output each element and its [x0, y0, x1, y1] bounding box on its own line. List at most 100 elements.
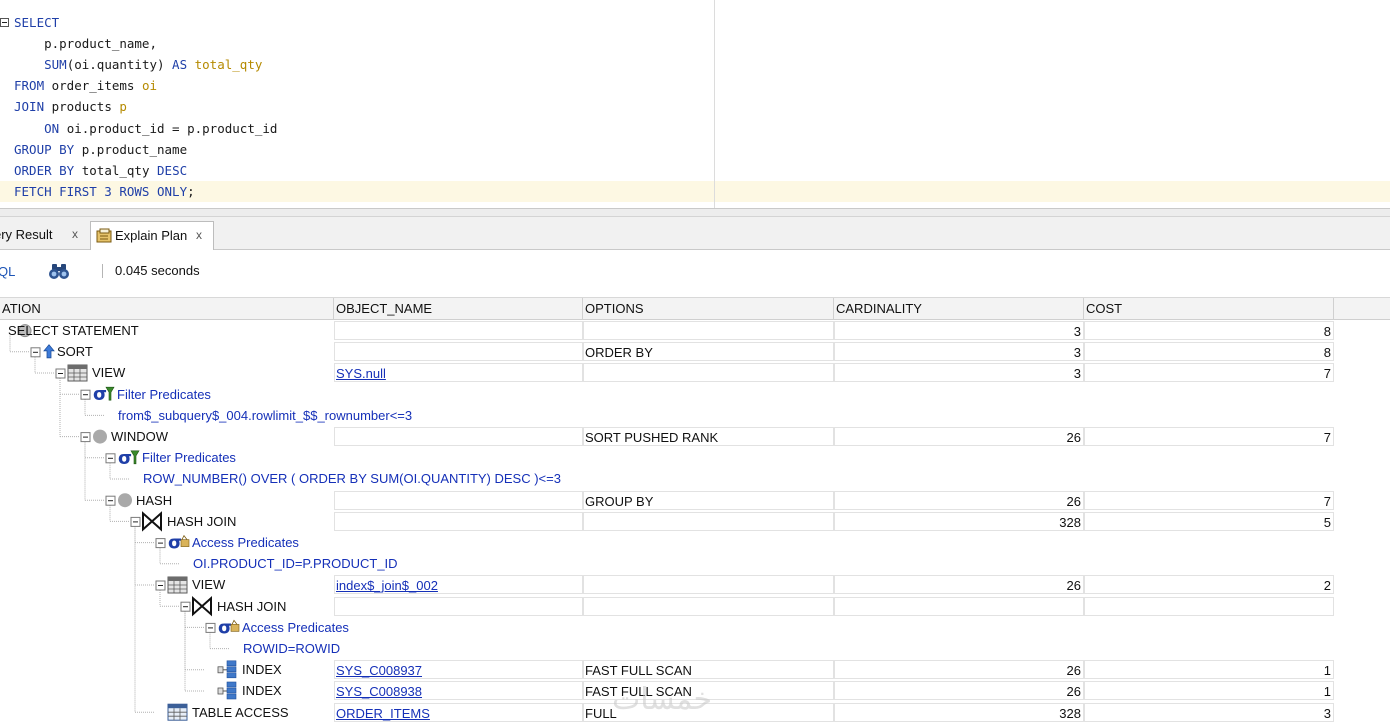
object-name-cell: [334, 321, 583, 340]
sql-token: oi.product_id = p.product_id: [59, 121, 278, 136]
column-header-cost[interactable]: COST: [1084, 298, 1334, 320]
predicate-row[interactable]: Filter Predicates: [0, 447, 1390, 468]
elapsed-time: 0.045 seconds: [115, 263, 200, 278]
cardinality-cell: 26: [834, 575, 1084, 595]
cardinality-cell: 3: [834, 363, 1084, 383]
column-header-options[interactable]: OPTIONS: [583, 298, 834, 320]
sql-keyword: SELECT: [14, 15, 60, 30]
code-line[interactable]: ON oi.product_id = p.product_id: [0, 118, 1390, 139]
sql-button[interactable]: QL: [0, 264, 15, 279]
explain-plan-grid[interactable]: ATION OBJECT_NAME OPTIONS CARDINALITY CO…: [0, 297, 1390, 727]
sql-token: p.product_name,: [14, 36, 157, 51]
predicate-text: Access Predicates: [242, 619, 349, 635]
predicate-text: ROWID=ROWID: [243, 641, 341, 656]
object-name-cell: SYS_C008937: [334, 660, 583, 680]
tab-explain-plan-label: Explain Plan: [115, 228, 188, 243]
code-line[interactable]: GROUP BY p.product_name: [0, 139, 1390, 160]
tab-query-result-label: ery Result: [0, 227, 53, 242]
sql-token: ;: [187, 184, 195, 199]
close-icon[interactable]: x: [72, 220, 78, 248]
cost-cell: 7: [1084, 427, 1334, 446]
code-line[interactable]: ORDER BY total_qty DESC: [0, 160, 1390, 181]
code-line[interactable]: FETCH FIRST 3 ROWS ONLY;: [0, 181, 1390, 202]
code-text: SELECT: [14, 12, 59, 33]
watermark: خمسات: [612, 682, 713, 717]
sql-token: (oi.quantity): [66, 57, 173, 72]
object-name-cell: [334, 596, 583, 616]
object-name-cell: [334, 342, 583, 362]
code-text: GROUP BY p.product_name: [14, 139, 187, 160]
operation-name: INDEX: [242, 662, 282, 678]
object-name-cell: [334, 490, 583, 510]
options-cell: [583, 596, 834, 616]
predicate-row[interactable]: ROW_NUMBER() OVER ( ORDER BY SUM(OI.QUAN…: [0, 468, 1390, 489]
code-text: FROM order_items oi: [14, 75, 157, 96]
plan-row[interactable]: HASH JOIN: [0, 596, 1390, 617]
sql-alias: oi: [141, 78, 158, 93]
binoculars-icon[interactable]: [48, 262, 70, 280]
sql-token: p.product_name: [74, 142, 188, 157]
sql-keyword: FROM: [14, 78, 45, 93]
object-link[interactable]: SYS_C008938: [336, 684, 422, 699]
code-text: JOIN products p: [14, 96, 127, 117]
code-line[interactable]: p.product_name,: [0, 33, 1390, 54]
plan-row[interactable]: HASH GROUP BY 26 7: [0, 490, 1390, 511]
sql-editor[interactable]: SELECT p.product_name, SUM(oi.quantity) …: [0, 0, 1390, 208]
cardinality-cell: 26: [834, 681, 1084, 701]
sql-token: products: [44, 99, 120, 114]
operation-name: HASH JOIN: [167, 513, 237, 529]
cardinality-cell: 26: [834, 660, 1084, 680]
code-text: SUM(oi.quantity) AS total_qty: [14, 54, 262, 75]
operation-name: HASH JOIN: [217, 598, 287, 614]
code-line[interactable]: SUM(oi.quantity) AS total_qty: [0, 54, 1390, 75]
cardinality-cell: 26: [834, 427, 1084, 446]
plan-row[interactable]: HASH JOIN 328 5: [0, 511, 1390, 532]
code-line[interactable]: JOIN products p: [0, 96, 1390, 117]
plan-row[interactable]: WINDOW SORT PUSHED RANK 26 7: [0, 426, 1390, 447]
code-line[interactable]: FROM order_items oi: [0, 75, 1390, 96]
editor-margin-line: [714, 0, 715, 208]
code-text: ON oi.product_id = p.product_id: [14, 118, 277, 139]
predicate-row[interactable]: Filter Predicates: [0, 384, 1390, 405]
object-link[interactable]: SYS.null: [336, 366, 386, 381]
operation-name: TABLE ACCESS: [192, 704, 289, 720]
cardinality-cell: [834, 596, 1084, 616]
object-name-cell: SYS_C008938: [334, 681, 583, 701]
object-link[interactable]: index$_join$_002: [336, 578, 438, 593]
sql-keyword: ON: [44, 121, 60, 136]
cardinality-cell: 3: [834, 321, 1084, 340]
sql-alias: p: [119, 99, 127, 114]
operation-name: VIEW: [192, 577, 226, 593]
predicate-row[interactable]: from$_subquery$_004.rowlimit_$$_rownumbe…: [0, 405, 1390, 426]
tab-query-result[interactable]: ery Result x: [0, 221, 86, 250]
object-name-cell: [334, 427, 583, 446]
fold-collapse-icon[interactable]: [0, 18, 9, 27]
cardinality-cell: 328: [834, 702, 1084, 722]
plan-row[interactable]: VIEW SYS.null 3 7: [0, 362, 1390, 383]
options-cell: [583, 511, 834, 531]
operation-name: SORT: [57, 344, 93, 360]
object-link[interactable]: SYS_C008937: [336, 663, 422, 678]
predicate-row[interactable]: OI.PRODUCT_ID=P.PRODUCT_ID: [0, 553, 1390, 574]
plan-row[interactable]: SORT ORDER BY 3 8: [0, 341, 1390, 362]
close-icon[interactable]: x: [196, 221, 202, 249]
operation-name: VIEW: [92, 365, 126, 381]
plan-row[interactable]: INDEX SYS_C008937 FAST FULL SCAN 26 1: [0, 659, 1390, 680]
cost-cell: 3: [1084, 702, 1334, 722]
operation-name: INDEX: [242, 683, 282, 699]
predicate-row[interactable]: ROWID=ROWID: [0, 638, 1390, 659]
code-line[interactable]: SELECT: [0, 12, 1390, 33]
plan-row[interactable]: VIEW index$_join$_002 26 2: [0, 574, 1390, 595]
tab-explain-plan[interactable]: Explain Plan x: [90, 221, 214, 250]
column-header-cardinality[interactable]: CARDINALITY: [834, 298, 1084, 320]
predicate-row[interactable]: Access Predicates: [0, 532, 1390, 553]
plan-row[interactable]: SELECT STATEMENT 3 8: [0, 320, 1390, 341]
predicate-text: Filter Predicates: [117, 386, 211, 402]
options-cell: [583, 321, 834, 340]
cost-cell: 2: [1084, 575, 1334, 595]
pane-splitter[interactable]: [0, 208, 1390, 217]
predicate-row[interactable]: Access Predicates: [0, 617, 1390, 638]
sql-keyword: DESC: [157, 163, 188, 178]
column-header-object-name[interactable]: OBJECT_NAME: [334, 298, 583, 320]
object-link[interactable]: ORDER_ITEMS: [336, 706, 430, 721]
